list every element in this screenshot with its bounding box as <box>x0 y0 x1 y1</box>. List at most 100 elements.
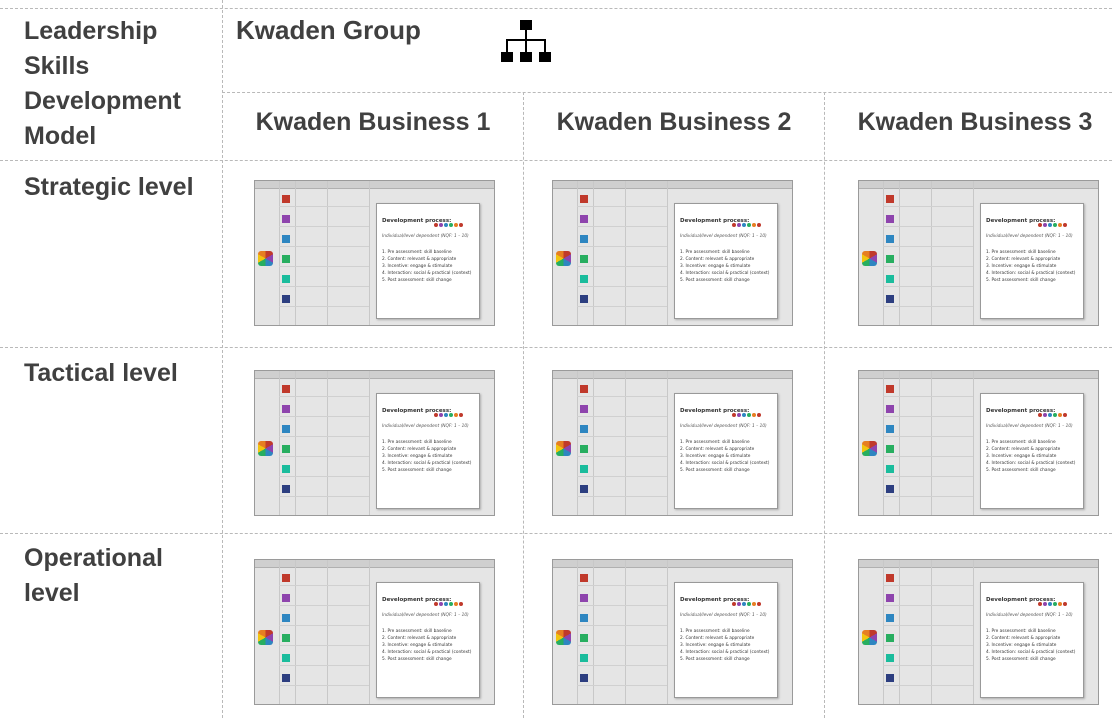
thumbnail-row-line <box>577 496 667 497</box>
blue-cube-icon <box>886 425 894 433</box>
slide-thumbnail-2-2[interactable]: Development process: Individual/level de… <box>552 370 793 516</box>
step-item: 3. Incentive: engage & stimulate <box>382 264 453 269</box>
green-cube-icon <box>580 634 588 642</box>
step-item: 1. Pre assessment: skill baseline <box>680 629 750 634</box>
thumbnail-row-line <box>279 286 369 287</box>
purple-cube-icon <box>886 215 894 223</box>
thumbnail-column-line <box>625 371 626 515</box>
teal-cube-icon <box>282 465 290 473</box>
step-item: 4. Interaction: social & practical (cont… <box>680 461 770 466</box>
grid-line-vertical <box>824 92 825 718</box>
step-item: 1. Pre assessment: skill baseline <box>382 440 452 445</box>
red-cube-icon <box>282 385 290 393</box>
thumbnail-row-line <box>279 645 369 646</box>
business-header-2: Kwaden Business 2 <box>556 108 792 136</box>
step-item: 3. Incentive: engage & stimulate <box>986 454 1057 459</box>
slide-thumbnail-3-1[interactable]: Development process: Individual/level de… <box>254 559 495 705</box>
thumbnail-row-line <box>279 625 369 626</box>
step-item: 1. Pre assessment: skill baseline <box>382 250 452 255</box>
thumbnail-row-line <box>577 665 667 666</box>
purple-cube-icon <box>282 215 290 223</box>
thumbnail-column-line <box>899 181 900 325</box>
slide-thumbnail-3-3[interactable]: Development process: Individual/level de… <box>858 559 1099 705</box>
blue-cube-icon <box>282 614 290 622</box>
slide-thumbnail-3-2[interactable]: Development process: Individual/level de… <box>552 559 793 705</box>
step-item: 2. Content: relevant & appropriate <box>382 636 457 641</box>
grid-line-horizontal <box>222 92 1112 93</box>
slide-thumbnail-1-1[interactable]: Development process: Individual/level de… <box>254 180 495 326</box>
development-process-subtitle: Individual/level dependent (NQF: 1 – 10) <box>382 613 469 618</box>
step-item: 5. Post assessment: skill change <box>680 468 750 473</box>
step-item: 4. Interaction: social & practical (cont… <box>986 650 1076 655</box>
step-item: 2. Content: relevant & appropriate <box>382 447 457 452</box>
thumbnail-row-line <box>577 605 667 606</box>
level-label-operational: Operational level <box>24 544 163 607</box>
thumbnail-column-line <box>577 371 578 515</box>
step-item: 2. Content: relevant & appropriate <box>986 257 1061 262</box>
step-item: 5. Post assessment: skill change <box>680 278 750 283</box>
thumbnail-row-line <box>577 246 667 247</box>
thumbnail-row-line <box>883 665 973 666</box>
development-process-panel: Development process: Individual/level de… <box>674 203 778 319</box>
slide-thumbnail-2-1[interactable]: Development process: Individual/level de… <box>254 370 495 516</box>
step-item: 1. Pre assessment: skill baseline <box>986 440 1056 445</box>
thumbnail-column-line <box>369 371 370 515</box>
purple-cube-icon <box>282 405 290 413</box>
step-item: 4. Interaction: social & practical (cont… <box>680 271 770 276</box>
thumbnail-row-line <box>279 665 369 666</box>
thumbnail-row-line <box>279 605 369 606</box>
thumbnail-column-line <box>667 181 668 325</box>
thumbnail-column-line <box>973 181 974 325</box>
red-cube-icon <box>886 574 894 582</box>
colored-dots-icon <box>732 212 772 227</box>
hexagon-color-wheel-icon <box>862 441 877 456</box>
thumbnail-row-line <box>883 286 973 287</box>
step-item: 3. Incentive: engage & stimulate <box>986 264 1057 269</box>
blue-cube-icon <box>886 614 894 622</box>
thumbnail-row-line <box>577 266 667 267</box>
step-item: 2. Content: relevant & appropriate <box>986 636 1061 641</box>
thumbnail-column-line <box>279 371 280 515</box>
thumbnail-row-line <box>883 396 973 397</box>
thumbnail-column-line <box>577 181 578 325</box>
step-item: 5. Post assessment: skill change <box>382 468 452 473</box>
teal-cube-icon <box>580 654 588 662</box>
thumbnail-row-line <box>883 605 973 606</box>
business-header-3: Kwaden Business 3 <box>857 108 1093 136</box>
thumbnail-column-line <box>931 371 932 515</box>
navy-cube-icon <box>282 485 290 493</box>
red-cube-icon <box>282 195 290 203</box>
thumbnail-column-line <box>295 371 296 515</box>
grid-line-horizontal <box>0 160 1112 161</box>
group-title: Kwaden Group <box>236 15 421 45</box>
development-process-steps: 1. Pre assessment: skill baseline 2. Con… <box>382 628 474 663</box>
thumbnail-column-line <box>931 560 932 704</box>
green-cube-icon <box>282 255 290 263</box>
purple-cube-icon <box>886 405 894 413</box>
step-item: 5. Post assessment: skill change <box>382 278 452 283</box>
thumbnail-column-line <box>625 560 626 704</box>
thumbnail-column-line <box>883 371 884 515</box>
slide-thumbnail-1-2[interactable]: Development process: Individual/level de… <box>552 180 793 326</box>
navy-cube-icon <box>282 674 290 682</box>
slide-thumbnail-1-3[interactable]: Development process: Individual/level de… <box>858 180 1099 326</box>
thumbnail-header-bar <box>859 371 1098 379</box>
thumbnail-column-line <box>667 560 668 704</box>
step-item: 3. Incentive: engage & stimulate <box>382 454 453 459</box>
step-item: 2. Content: relevant & appropriate <box>382 257 457 262</box>
slide-thumbnail-2-3[interactable]: Development process: Individual/level de… <box>858 370 1099 516</box>
development-process-steps: 1. Pre assessment: skill baseline 2. Con… <box>382 439 474 474</box>
thumbnail-row-line <box>279 266 369 267</box>
step-item: 3. Incentive: engage & stimulate <box>986 643 1057 648</box>
thumbnail-header-bar <box>255 560 494 568</box>
step-item: 1. Pre assessment: skill baseline <box>382 629 452 634</box>
development-process-panel: Development process: Individual/level de… <box>980 203 1084 319</box>
hexagon-color-wheel-icon <box>862 251 877 266</box>
thumbnail-header-bar <box>255 181 494 189</box>
thumbnail-row-line <box>883 306 973 307</box>
thumbnail-row-line <box>577 206 667 207</box>
teal-cube-icon <box>282 275 290 283</box>
green-cube-icon <box>282 634 290 642</box>
thumbnail-row-line <box>883 206 973 207</box>
thumbnail-row-line <box>577 645 667 646</box>
